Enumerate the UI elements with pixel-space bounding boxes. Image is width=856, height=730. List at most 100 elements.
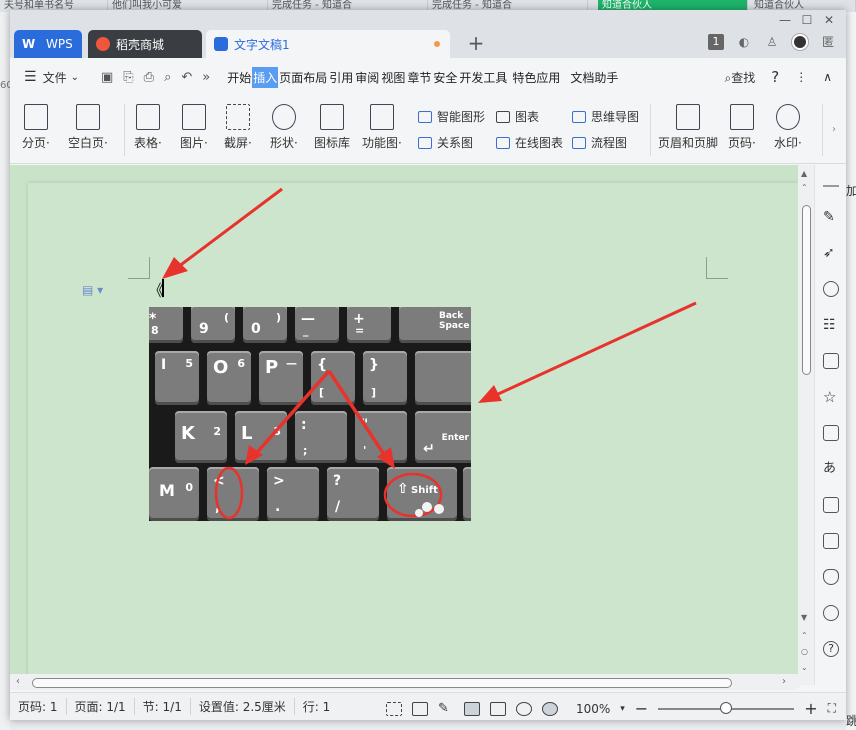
- table-button[interactable]: 表格·: [134, 104, 162, 151]
- zoom-slider[interactable]: [658, 701, 795, 714]
- flowchart-button[interactable]: 流程图: [572, 134, 627, 151]
- file-menu[interactable]: ☰ 文件 ⌄: [24, 69, 79, 86]
- search-button[interactable]: ⌕查找: [724, 69, 755, 86]
- smart-art-button[interactable]: 智能图形: [418, 108, 485, 125]
- image-icon[interactable]: [823, 533, 839, 549]
- status-section[interactable]: 节: 1/1: [143, 698, 191, 715]
- tab-document[interactable]: 文字文稿1: [206, 30, 450, 58]
- tab-page-layout[interactable]: 页面布局: [278, 67, 328, 88]
- print-icon[interactable]: ⎙: [144, 70, 154, 85]
- zoom-dropdown-icon[interactable]: ▾: [620, 704, 625, 714]
- history-icon[interactable]: [823, 605, 839, 621]
- translate-icon[interactable]: あ: [823, 461, 839, 477]
- maximize-icon[interactable]: ☐: [796, 12, 818, 28]
- adjust-icon[interactable]: ☷: [823, 317, 839, 333]
- arrow-to-shift: [327, 370, 389, 460]
- picture-button[interactable]: 图片·: [180, 104, 208, 151]
- status-pages[interactable]: 页面: 1/1: [75, 698, 135, 715]
- shield-icon[interactable]: [823, 569, 839, 585]
- tab-docer-store[interactable]: 稻壳商城: [88, 30, 202, 58]
- more-options-button[interactable]: ⋮: [795, 70, 807, 84]
- zoom-slider-knob[interactable]: [720, 701, 733, 714]
- page-view-icon[interactable]: [463, 701, 480, 716]
- new-tab-button[interactable]: +: [466, 32, 486, 54]
- header-footer-button[interactable]: 页眉和页脚: [658, 104, 718, 151]
- chart-button[interactable]: 图表: [496, 108, 539, 125]
- tab-references[interactable]: 引用: [328, 67, 354, 88]
- pen-icon[interactable]: ✎: [823, 209, 839, 225]
- zoom-out-button[interactable]: −: [635, 699, 648, 718]
- help-button[interactable]: ?: [771, 68, 779, 86]
- minimize-icon[interactable]: —: [774, 12, 796, 28]
- collapse-ribbon-icon[interactable]: ∧: [823, 70, 832, 84]
- avatar[interactable]: [792, 34, 808, 50]
- vertical-scrollbar[interactable]: ▲ ⌃ ▼ ⌃ ○ ⌄: [798, 165, 814, 685]
- outline-view-icon[interactable]: [489, 701, 506, 716]
- status-row[interactable]: 行: 1: [303, 698, 339, 715]
- tab-start[interactable]: 开始: [226, 67, 252, 88]
- paragraph-layout-icon[interactable]: ▤ ▾: [82, 283, 103, 297]
- web-view-icon[interactable]: [515, 701, 532, 716]
- gallery-icon[interactable]: [823, 353, 839, 369]
- archive-icon[interactable]: [823, 497, 839, 513]
- vertical-scroll-thumb[interactable]: [802, 205, 811, 375]
- horizontal-scroll-thumb[interactable]: [32, 678, 732, 688]
- mind-map-button[interactable]: 思维导图: [572, 108, 639, 125]
- status-page-code[interactable]: 页码: 1: [18, 698, 67, 715]
- read-mode-icon[interactable]: [411, 701, 428, 716]
- tab-special-apps[interactable]: 特色应用: [511, 67, 561, 88]
- tab-review[interactable]: 审阅: [354, 67, 380, 88]
- screenshot-button[interactable]: 截屏·: [224, 104, 252, 151]
- blank-page-button[interactable]: 空白页·: [68, 104, 108, 151]
- ribbon-scroll-right-icon[interactable]: ›: [832, 124, 836, 135]
- fullscreen-icon[interactable]: [385, 701, 402, 716]
- tab-doc-assistant[interactable]: 文档助手: [569, 67, 619, 88]
- tab-wps[interactable]: W WPS: [14, 30, 82, 58]
- zoom-in-button[interactable]: +: [804, 699, 817, 718]
- tab-view[interactable]: 视图: [380, 67, 406, 88]
- watermark-button[interactable]: 水印·: [774, 104, 802, 151]
- status-setting[interactable]: 设置值: 2.5厘米: [199, 698, 295, 715]
- window-count-badge[interactable]: 1: [708, 34, 724, 50]
- next-page-icon[interactable]: ⌄: [801, 663, 808, 672]
- help-icon[interactable]: ?: [823, 641, 839, 657]
- print-preview-icon[interactable]: ⌕: [164, 70, 171, 85]
- prev-page-icon[interactable]: ⌃: [801, 631, 808, 640]
- undo-icon[interactable]: ↶: [181, 70, 192, 85]
- tab-insert[interactable]: 插入: [252, 66, 279, 88]
- icon-library-button[interactable]: 图标库: [314, 104, 350, 151]
- scroll-up-icon[interactable]: ▲: [801, 169, 807, 178]
- page-dot-icon[interactable]: ○: [801, 647, 808, 656]
- save-icon[interactable]: ▣: [101, 70, 113, 85]
- write-mode-icon[interactable]: ✎: [438, 701, 454, 716]
- tab-developer[interactable]: 开发工具: [458, 67, 508, 88]
- select-pointer-icon[interactable]: ➶: [823, 245, 839, 261]
- scroll-left-icon[interactable]: ‹: [16, 676, 20, 687]
- more-chevron-icon[interactable]: »: [202, 70, 210, 85]
- star-icon[interactable]: ☆: [823, 389, 839, 405]
- scroll-down-icon[interactable]: ▼: [801, 613, 807, 622]
- shape-icon[interactable]: [823, 281, 839, 297]
- close-icon[interactable]: ✕: [818, 12, 840, 28]
- horizontal-scrollbar[interactable]: ‹ ›: [10, 674, 798, 690]
- scroll-right-icon[interactable]: ›: [782, 676, 786, 687]
- format-painter-icon[interactable]: ⎘: [123, 70, 133, 85]
- page-break-button[interactable]: 分页·: [22, 104, 50, 151]
- zoom-value[interactable]: 100%: [576, 702, 610, 716]
- eye-protect-icon[interactable]: [541, 701, 558, 716]
- share-icon[interactable]: [823, 425, 839, 441]
- fit-page-icon[interactable]: ⛶: [828, 701, 836, 716]
- shirt-icon[interactable]: ♙: [764, 34, 780, 50]
- function-chart-button[interactable]: 功能图·: [362, 104, 402, 151]
- page-number-button[interactable]: 页码·: [728, 104, 756, 151]
- shapes-button[interactable]: 形状·: [270, 104, 298, 151]
- user-name[interactable]: 匿: [820, 34, 836, 50]
- tab-security[interactable]: 安全: [432, 67, 458, 88]
- skin-icon[interactable]: ◐: [736, 34, 752, 50]
- keyboard-photo[interactable]: * 8 (9 ) 0 — _ + = Back Space I5 O6 P — {[ }]…: [149, 307, 471, 521]
- online-chart-button[interactable]: 在线图表: [496, 134, 563, 151]
- tab-chapter[interactable]: 章节: [406, 67, 432, 88]
- relationship-chart-button[interactable]: 关系图: [418, 134, 473, 151]
- document-page[interactable]: ▤ ▾ 《 * 8 (9 ) 0 — _ + = Back Space I5 O6 P —…: [28, 183, 798, 685]
- scroll-top-icon[interactable]: ⌃: [801, 183, 808, 192]
